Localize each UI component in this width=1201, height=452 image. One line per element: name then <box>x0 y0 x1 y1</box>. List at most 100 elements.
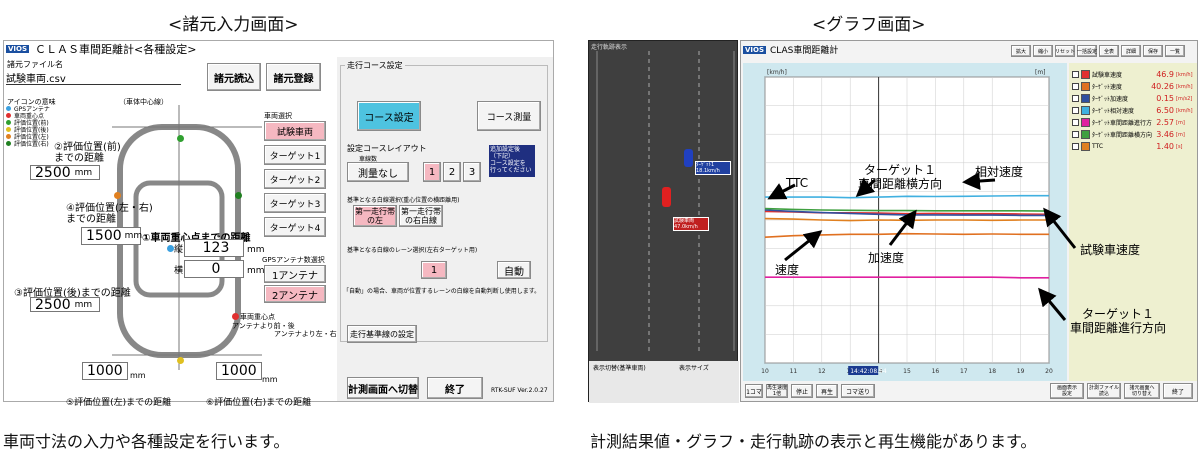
ref-right-button[interactable]: 第一走行帯 の右白線 <box>399 205 443 227</box>
legend-checkbox[interactable] <box>1072 119 1079 126</box>
legend-checkbox[interactable] <box>1072 95 1079 102</box>
lane-2-button[interactable]: 2 <box>443 162 461 182</box>
vehicle-select-button-3[interactable]: ターゲット2 <box>264 169 326 189</box>
lane-ref-title: 基準となる白線のレーン選択(左右ターゲット用) <box>347 247 478 254</box>
save-spec-button[interactable]: 諸元登録 <box>266 63 321 91</box>
cg-long-input[interactable]: 123 <box>184 239 244 257</box>
track-window: 走行軌跡表示 ﾀｰｹﾞｯﾄ1 18.1km/h 試験車両 47.0km/h 表示… <box>588 40 739 403</box>
mode-title: 表示切替(基準車両) <box>593 365 646 372</box>
y-unit-right: [m] <box>1035 69 1046 76</box>
toolbar-button-4[interactable]: 一括設定 <box>1077 45 1097 57</box>
cg-lat-label: 横 <box>174 266 184 276</box>
graph-toolbar: 拡大 縮小 リセット 一括設定 全表 詳細 保存 一覧 <box>1011 45 1185 57</box>
toolbar-button-5[interactable]: 全表 <box>1099 45 1119 57</box>
left-position-input[interactable]: 1000 <box>82 362 128 380</box>
legend-row: ﾀｰｹﾞｯﾄ車間距離横方向 3.46 [m] <box>1072 129 1194 140</box>
legend-swatch <box>1081 106 1090 115</box>
x-tick-label: 16 <box>932 368 940 375</box>
auto-button[interactable]: 自動 <box>497 261 531 279</box>
toolbar-button-1[interactable]: 拡大 <box>1011 45 1031 57</box>
front-distance-label: ②評価位置(前) までの距離 <box>54 142 121 164</box>
antenna-note-3: アンテナより左・右 <box>274 330 337 338</box>
target-track-label: ﾀｰｹﾞｯﾄ1 18.1km/h <box>695 161 731 175</box>
file-label: 諸元ファイル名 <box>7 60 63 69</box>
legend-row: 試験車速度 46.9 [km/h] <box>1072 69 1194 80</box>
legend-row: ﾀｰｹﾞｯﾄ加速度 0.15 [m/s2] <box>1072 93 1194 104</box>
toolbar-button-7[interactable]: 保存 <box>1143 45 1163 57</box>
x-tick-label: 18 <box>988 368 996 375</box>
graph-exit-button[interactable]: 終了 <box>1163 383 1193 399</box>
course-settings-title: 走行コース設定 <box>345 60 405 71</box>
front-distance-input[interactable]: 2500 mm <box>30 165 100 181</box>
vehicle-select-button-5[interactable]: ターゲット4 <box>264 217 326 237</box>
gps-1-antenna-button[interactable]: 1アンテナ <box>264 265 326 283</box>
settings-titlebar: VIOS ＣＬＡＳ車間距離計<各種設定> <box>4 41 553 56</box>
time-marker: 14:42:08.64 <box>850 368 887 375</box>
lr-distance-label: ④評価位置(左・右) までの距離 <box>66 203 153 225</box>
lr-distance-input[interactable]: 1500 mm <box>81 227 142 245</box>
exit-button[interactable]: 終了 <box>427 377 483 399</box>
vehicle-select-title: 車両選択 <box>264 112 292 120</box>
load-spec-button[interactable]: 諸元読込 <box>207 63 261 91</box>
cg-long-unit: mm <box>247 245 265 255</box>
legend-checkbox[interactable] <box>1072 71 1079 78</box>
load-file-button[interactable]: 計測ファイル 読込 <box>1087 383 1121 399</box>
lane-ref-1-button[interactable]: 1 <box>421 261 447 279</box>
display-settings-button[interactable]: 画面表示 設定 <box>1050 383 1084 399</box>
step-button[interactable]: コマ送り <box>841 384 875 398</box>
legend-checkbox[interactable] <box>1072 107 1079 114</box>
speed-button[interactable]: 再生速度 1倍 <box>766 384 788 398</box>
lane-1-button[interactable]: 1 <box>423 162 441 182</box>
toolbar-button-8[interactable]: 一覧 <box>1165 45 1185 57</box>
size-title: 表示サイズ <box>679 365 709 372</box>
switch-to-measure-button[interactable]: 計測画面へ切替 <box>347 377 419 399</box>
settings-window: VIOS ＣＬＡＳ車間距離計<各種設定> 諸元ファイル名 試験車両.csv 諸元… <box>3 40 554 408</box>
vehicle-select-button-2[interactable]: ターゲット1 <box>264 145 326 165</box>
x-tick-label: 17 <box>960 368 968 375</box>
legend-swatch <box>1081 118 1090 127</box>
no-measure-button[interactable]: 測量なし <box>347 162 409 182</box>
frame-button[interactable]: 1コマ <box>745 384 763 398</box>
cg-lat-input[interactable]: 0 <box>184 260 244 278</box>
toolbar-button-2[interactable]: 縮小 <box>1033 45 1053 57</box>
legend-swatch <box>1081 130 1090 139</box>
legend-swatch <box>1081 94 1090 103</box>
travel-std-button[interactable]: 走行基準線の設定 <box>347 325 417 343</box>
y-unit-left: [km/h] <box>767 69 787 76</box>
course-settings-area: 走行コース設定 コース設定 コース測量 設定コースレイアウト 車線数 測量なし … <box>337 57 553 401</box>
right-position-input[interactable]: 1000 <box>216 362 262 380</box>
auto-note: 「自動」の場合、車両が位置するレーンの白線を自動判断し使用します。 <box>343 288 541 295</box>
course-set-button[interactable]: コース設定 <box>357 101 421 131</box>
right-caption: 計測結果値・グラフ・走行軌跡の表示と再生機能があります。 <box>590 432 1037 451</box>
graph-vios-logo: VIOS <box>743 45 767 54</box>
course-measure-button[interactable]: コース測量 <box>477 101 541 131</box>
x-tick-label: 10 <box>761 368 769 375</box>
right-position-icon <box>235 192 242 199</box>
gps-2-antenna-button[interactable]: 2アンテナ <box>264 285 326 303</box>
x-tick-label: 19 <box>1017 368 1025 375</box>
vehicle-select-button-1[interactable]: 試験車両 <box>264 121 326 141</box>
rear-distance-input[interactable]: 2500 mm <box>30 297 100 313</box>
ref-left-button[interactable]: 第一走行帯 の左 <box>353 205 397 227</box>
vehicle-dimension-area: 諸元ファイル名 試験車両.csv 諸元読込 諸元登録 アイコンの意味 GPSアン… <box>4 57 337 408</box>
cg-lat-unit: mm <box>247 266 265 276</box>
legend-checkbox[interactable] <box>1072 83 1079 90</box>
settings-title: ＣＬＡＳ車間距離計<各種設定> <box>35 42 197 56</box>
stop-button[interactable]: 停止 <box>791 384 813 398</box>
legend-checkbox[interactable] <box>1072 131 1079 138</box>
play-button[interactable]: 再生 <box>816 384 838 398</box>
switch-to-spec-button[interactable]: 諸元画面へ 切り替え <box>1124 383 1160 399</box>
legend-row: ﾀｰｹﾞｯﾄ相対速度 6.50 [km/h] <box>1072 105 1194 116</box>
legend-checkbox[interactable] <box>1072 143 1079 150</box>
x-tick-label: 11 <box>790 368 798 375</box>
right-screen-header: <グラフ画面> <box>812 15 926 35</box>
legend-row: ﾀｰｹﾞｯﾄ速度 40.26 [km/h] <box>1072 81 1194 92</box>
file-name-field[interactable]: 試験車両.csv <box>6 70 181 85</box>
track-title: 走行軌跡表示 <box>591 44 628 51</box>
vehicle-select-button-4[interactable]: ターゲット3 <box>264 193 326 213</box>
test-track-label: 試験車両 47.0km/h <box>673 217 709 231</box>
toolbar-button-6[interactable]: 詳細 <box>1121 45 1141 57</box>
legend-swatch <box>1081 82 1090 91</box>
lane-3-button[interactable]: 3 <box>463 162 481 182</box>
toolbar-button-3[interactable]: リセット <box>1055 45 1075 57</box>
